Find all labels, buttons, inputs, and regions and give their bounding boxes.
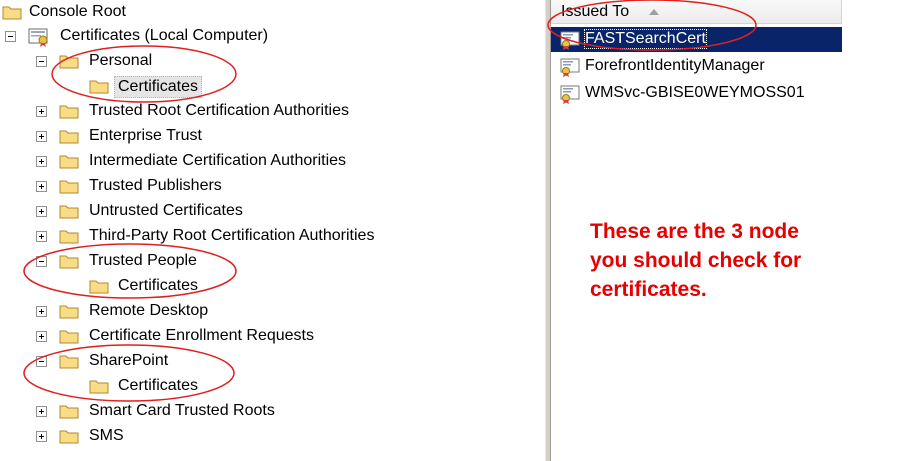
annotation-line: These are the 3 node (590, 220, 799, 243)
list-item-label: WMSvc-GBISE0WEYMOSS01 (585, 84, 805, 101)
annotation-line: certificates. (590, 278, 707, 301)
tree-item-label: Remote Desktop (89, 302, 209, 319)
expand-toggle[interactable] (36, 331, 47, 342)
folder-icon (59, 105, 79, 119)
folder-icon (89, 380, 109, 394)
tree-item-label: Certificates (118, 277, 199, 294)
folder-icon (59, 305, 79, 319)
expand-toggle[interactable] (36, 306, 47, 317)
expand-toggle[interactable] (36, 156, 47, 167)
expand-toggle[interactable] (36, 231, 47, 242)
certificate-snapin-icon (28, 28, 48, 47)
tree-item-label: Trusted Publishers (89, 177, 222, 194)
folder-icon (59, 155, 79, 169)
tree-item-label: Console Root (29, 3, 126, 20)
tree-pane: Console Root Certificates (Local Compute… (0, 0, 545, 461)
list-item-wmsvc[interactable]: WMSvc-GBISE0WEYMOSS01 (551, 81, 842, 106)
sort-ascending-icon (649, 9, 659, 15)
folder-icon (59, 330, 79, 344)
collapse-toggle[interactable] (36, 256, 47, 267)
tree-item-label: Smart Card Trusted Roots (89, 402, 275, 419)
expand-toggle[interactable] (36, 431, 47, 442)
collapse-toggle[interactable] (5, 31, 16, 42)
column-header-label: Issued To (561, 3, 630, 20)
tree-item-label: Certificate Enrollment Requests (89, 327, 314, 344)
column-header-issued-to[interactable]: Issued To (551, 0, 842, 24)
tree-item-label: Trusted Root Certification Authorities (89, 102, 349, 119)
folder-icon (59, 130, 79, 144)
tree-item-label: Third-Party Root Certification Authoriti… (89, 227, 375, 244)
folder-icon (89, 280, 109, 294)
list-item-fastsearchcert[interactable]: FASTSearchCert (551, 27, 842, 52)
expand-toggle[interactable] (36, 406, 47, 417)
list-item-forefrontidentitymanager[interactable]: ForefrontIdentityManager (551, 54, 842, 79)
folder-icon (59, 255, 79, 269)
tree-item-label: Certificates (114, 76, 203, 98)
folder-icon (59, 355, 79, 369)
tree-item-label: Untrusted Certificates (89, 202, 243, 219)
expand-toggle[interactable] (36, 131, 47, 142)
folder-icon (89, 80, 109, 94)
folder-icon (59, 405, 79, 419)
annotation-note: These are the 3 node you should check fo… (590, 217, 890, 304)
expand-toggle[interactable] (36, 206, 47, 217)
annotation-line: you should check for (590, 249, 802, 272)
folder-icon (59, 205, 79, 219)
folder-icon (2, 6, 22, 20)
collapse-toggle[interactable] (36, 356, 47, 367)
tree-item-label: Intermediate Certification Authorities (89, 152, 347, 169)
tree-item-label: Certificates (Local Computer) (60, 27, 269, 44)
tree-item-label: Certificates (118, 377, 199, 394)
folder-icon (59, 430, 79, 444)
tree-item-label: SharePoint (89, 352, 169, 369)
folder-icon (59, 230, 79, 244)
list-item-label: FASTSearchCert (584, 29, 707, 49)
tree-item-label: Trusted People (89, 252, 197, 269)
folder-icon (59, 180, 79, 194)
folder-icon (59, 55, 79, 69)
expand-toggle[interactable] (36, 181, 47, 192)
certificate-icon (560, 58, 580, 77)
certificate-icon (560, 85, 580, 104)
collapse-toggle[interactable] (36, 56, 47, 67)
tree-item-label: SMS (89, 427, 124, 444)
tree-item-label: Enterprise Trust (89, 127, 202, 144)
expand-toggle[interactable] (36, 106, 47, 117)
list-item-label: ForefrontIdentityManager (585, 57, 765, 74)
tree-item-label: Personal (89, 52, 153, 69)
certificate-icon (560, 31, 580, 50)
